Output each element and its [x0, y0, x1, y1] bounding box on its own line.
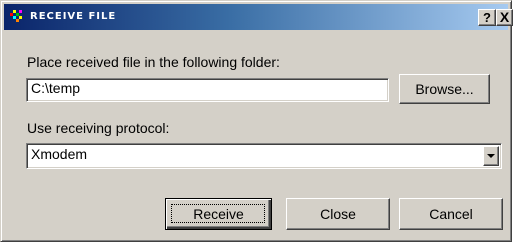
folder-label: Place received file in the following fol…	[27, 54, 280, 70]
close-button[interactable]: Close	[286, 198, 390, 230]
window-title: RECEIVE FILE	[30, 11, 117, 22]
app-icon	[10, 10, 22, 22]
browse-button[interactable]: Browse...	[399, 74, 490, 104]
folder-input[interactable]: C:\temp	[26, 78, 389, 102]
protocol-label: Use receiving protocol:	[27, 120, 170, 136]
close-window-button[interactable]: X	[496, 9, 513, 26]
dropdown-button[interactable]	[483, 146, 499, 166]
protocol-selected-value: Xmodem	[31, 146, 88, 162]
chevron-down-icon	[487, 154, 495, 158]
protocol-select[interactable]: Xmodem	[26, 143, 502, 169]
receive-file-dialog: RECEIVE FILE ? X Place received file in …	[0, 0, 513, 242]
receive-button[interactable]: Receive	[165, 198, 272, 230]
receive-button-label: Receive	[193, 206, 244, 222]
title-bar[interactable]: RECEIVE FILE ? X	[4, 4, 513, 30]
cancel-button[interactable]: Cancel	[399, 198, 503, 230]
help-button[interactable]: ?	[478, 9, 496, 26]
